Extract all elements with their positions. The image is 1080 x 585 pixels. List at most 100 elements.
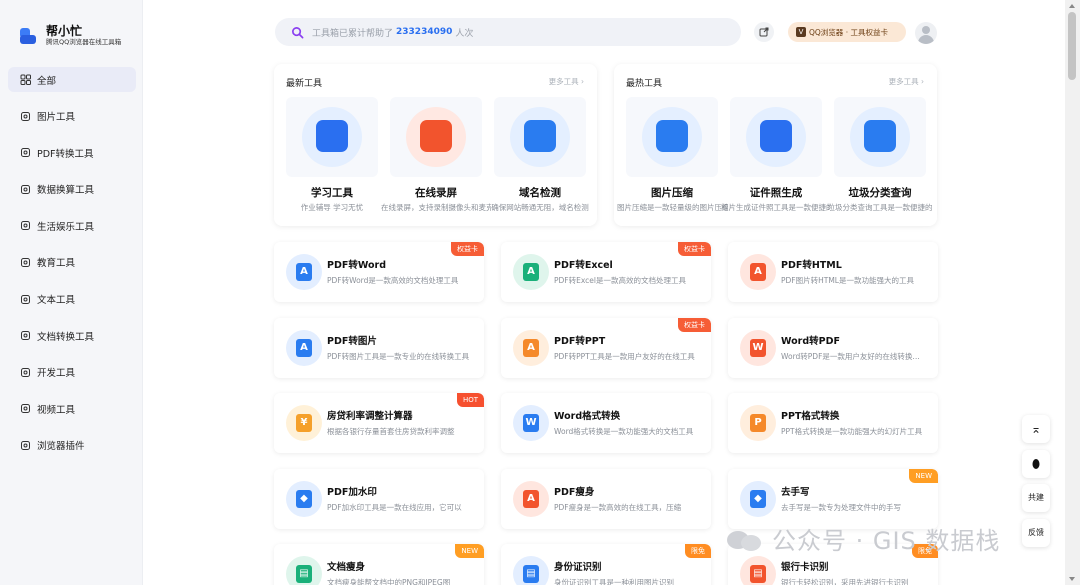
sidebar-item-0[interactable]: 全部 [8,67,136,92]
tool-card[interactable]: W Word转PDF Word转PDF是一款用户友好的在线转换工具 [728,318,938,378]
tool-card-badge: HOT [456,393,484,407]
sidebar-item-9[interactable]: 视频工具 [8,396,136,421]
qq-benefit-card-badge[interactable]: V QQ浏览器 · 工具权益卡 [788,22,906,42]
back-to-top-button[interactable]: ⌅ [1022,415,1050,443]
co-build-button[interactable]: 共建 [1022,484,1050,512]
sidebar-item-4[interactable]: 生活娱乐工具 [8,213,136,238]
tool-card-title: 去手写 [781,487,810,498]
app-logo[interactable]: 帮小忙 腾讯QQ浏览器在线工具箱 [18,24,121,47]
tool-card[interactable]: A PDF转Word PDF转Word是一款高效的文档处理工具 权益卡 [274,242,484,302]
latest-tool-1-thumb[interactable] [390,97,482,177]
qq-contact-button[interactable] [1022,450,1050,478]
hot-tools-panel: 最热工具 更多工具 › 图片压缩图片压缩是一款轻量级的图片压缩工具 证件照生成相片… [614,64,937,226]
external-link-icon [759,27,769,37]
tool-card-icon: ◆ [740,481,776,517]
tool-icon [760,120,792,152]
tool-card[interactable]: W Word格式转换 Word格式转换是一款功能强大的文档工具 [501,393,711,453]
user-avatar[interactable] [915,22,937,44]
tool-card-title: PPT格式转换 [781,411,840,422]
tool-card-title: 身份证识别 [554,562,602,573]
tool-card[interactable]: A PDF瘦身 PDF瘦身是一款高效的在线工具，压缩 [501,469,711,529]
latest-tool-name[interactable]: 在线录屏 [381,185,491,200]
wechat-watermark-icon [727,531,761,551]
hot-tool-1-thumb[interactable] [730,97,822,177]
tool-card-badge: 权益卡 [678,242,711,256]
tool-card[interactable]: ◆ 去手写 去手写是一款专为处理文件中的手写 NEW [728,469,938,529]
tool-card-title: PDF转Excel [554,260,613,271]
sidebar-item-label: 图片工具 [37,112,76,124]
latest-tool-desc: 作业辅导 学习无忧 [300,203,364,212]
sidebar-item-5[interactable]: 教育工具 [8,250,136,275]
app-subtitle: 腾讯QQ浏览器在线工具箱 [46,38,122,46]
hot-tool-name[interactable]: 垃圾分类查询 [825,185,935,200]
image-icon [20,111,31,122]
tool-card[interactable]: P PPT格式转换 PPT格式转换是一款功能强大的幻灯片工具 [728,393,938,453]
scrollbar[interactable] [1065,0,1080,585]
tool-card-desc: 根据各银行存量首套住房贷款利率调整 [327,427,455,436]
tool-card-icon: A [740,254,776,290]
sidebar-item-1[interactable]: 图片工具 [8,104,136,129]
latest-tool-desc: 确保网站畅通无阻，域名检测 [491,203,589,212]
sidebar-item-label: 生活娱乐工具 [37,221,95,233]
latest-tool-2-thumb[interactable] [494,97,586,177]
latest-tools-panel: 最新工具 更多工具 › 学习工具 作业辅导 学习无忧 在线录屏 在线录屏，支持录制摄像… [274,64,597,226]
hot-tool-2-thumb[interactable] [834,97,926,177]
tool-card-desc: PDF转Word是一款高效的文档处理工具 [327,276,459,285]
co-build-label: 共建 [1028,493,1044,502]
sidebar-item-label: 文本工具 [37,295,76,307]
tool-card-icon: W [740,330,776,366]
tool-card[interactable]: A PDF转HTML PDF图片转HTML是一款功能强大的工具 [728,242,938,302]
hot-tool-name[interactable]: 图片压缩 [617,185,727,200]
search-bar[interactable]: 工具箱已累计帮助了 233234090 人次 [275,18,741,46]
feedback-button[interactable]: 反馈 [1022,519,1050,547]
tool-card-title: 文档瘦身 [327,562,366,573]
tool-card-desc: PDF转PPT工具是一款用户友好的在线工具 [554,352,695,361]
tool-card-desc: PDF加水印工具是一款在线应用，它可以 [327,503,462,512]
tool-icon [316,120,348,152]
scrollbar-thumb[interactable] [1068,12,1076,80]
tool-card-glyph: ▤ [526,568,536,579]
sidebar-item-2[interactable]: PDF转换工具 [8,140,136,165]
tool-card[interactable]: ▤ 身份证识别 身份证识别工具是一种利用图片识别 限免 [501,544,711,585]
tool-card-icon: ◆ [286,481,322,517]
qq-penguin-icon [1032,459,1040,469]
sidebar-item-3[interactable]: 数据换算工具 [8,177,136,202]
tool-card-badge: 限免 [685,544,711,558]
tool-icon [420,120,452,152]
tool-card[interactable]: ▤ 文档瘦身 文档瘦身能帮文档中的PNG和JPEG图 NEW [274,544,484,585]
qq-badge-label: QQ浏览器 · 工具权益卡 [809,27,888,37]
latest-tool-name[interactable]: 域名检测 [485,185,595,200]
tool-card-title: PDF瘦身 [554,487,595,498]
sidebar-item-7[interactable]: 文档转换工具 [8,323,136,348]
tool-card[interactable]: A PDF转PPT PDF转PPT工具是一款用户友好的在线工具 权益卡 [501,318,711,378]
tool-card[interactable]: ◆ PDF加水印 PDF加水印工具是一款在线应用，它可以 [274,469,484,529]
tool-card-title: PDF加水印 [327,487,377,498]
tool-card[interactable]: ¥ 房贷利率调整计算器 根据各银行存量首套住房贷款利率调整 HOT [274,393,484,453]
plugin-icon [20,440,31,451]
hot-tool-name[interactable]: 证件照生成 [721,185,831,200]
hot-tool-0-thumb[interactable] [626,97,718,177]
hot-tools-title: 最热工具 [626,79,663,89]
tool-card-desc: Word格式转换是一款功能强大的文档工具 [554,427,694,436]
latest-tool-0-thumb[interactable] [286,97,378,177]
tool-icon [864,120,896,152]
tool-card-badge: 权益卡 [678,318,711,332]
hot-tool-desc: 相片生成证件照工具是一款便捷的 [721,203,831,212]
tool-card-icon: ▤ [740,556,776,585]
sidebar-item-10[interactable]: 浏览器插件 [8,433,136,458]
tool-card-desc: 银行卡轻松识别，采用先进银行卡识别 [781,578,909,585]
pdf-icon [20,147,31,158]
sidebar-item-label: 视频工具 [37,404,76,416]
latest-more-link[interactable]: 更多工具 › [549,76,584,87]
tool-card-desc: PDF转图片工具是一款专业的在线转换工具 [327,352,470,361]
watermark-text: 公众号 · GIS 数据栈 [772,527,1001,555]
tool-card-desc: PDF瘦身是一款高效的在线工具，压缩 [554,503,682,512]
sidebar-item-6[interactable]: 文本工具 [8,287,136,312]
hot-more-link[interactable]: 更多工具 › [889,76,924,87]
latest-tool-name[interactable]: 学习工具 [277,185,387,200]
tool-card-icon: W [513,405,549,441]
tool-card[interactable]: A PDF转图片 PDF转图片工具是一款专业的在线转换工具 [274,318,484,378]
tool-card[interactable]: A PDF转Excel PDF转Excel是一款高效的文档处理工具 权益卡 [501,242,711,302]
sidebar-item-8[interactable]: 开发工具 [8,360,136,385]
share-link-button[interactable] [754,22,774,42]
